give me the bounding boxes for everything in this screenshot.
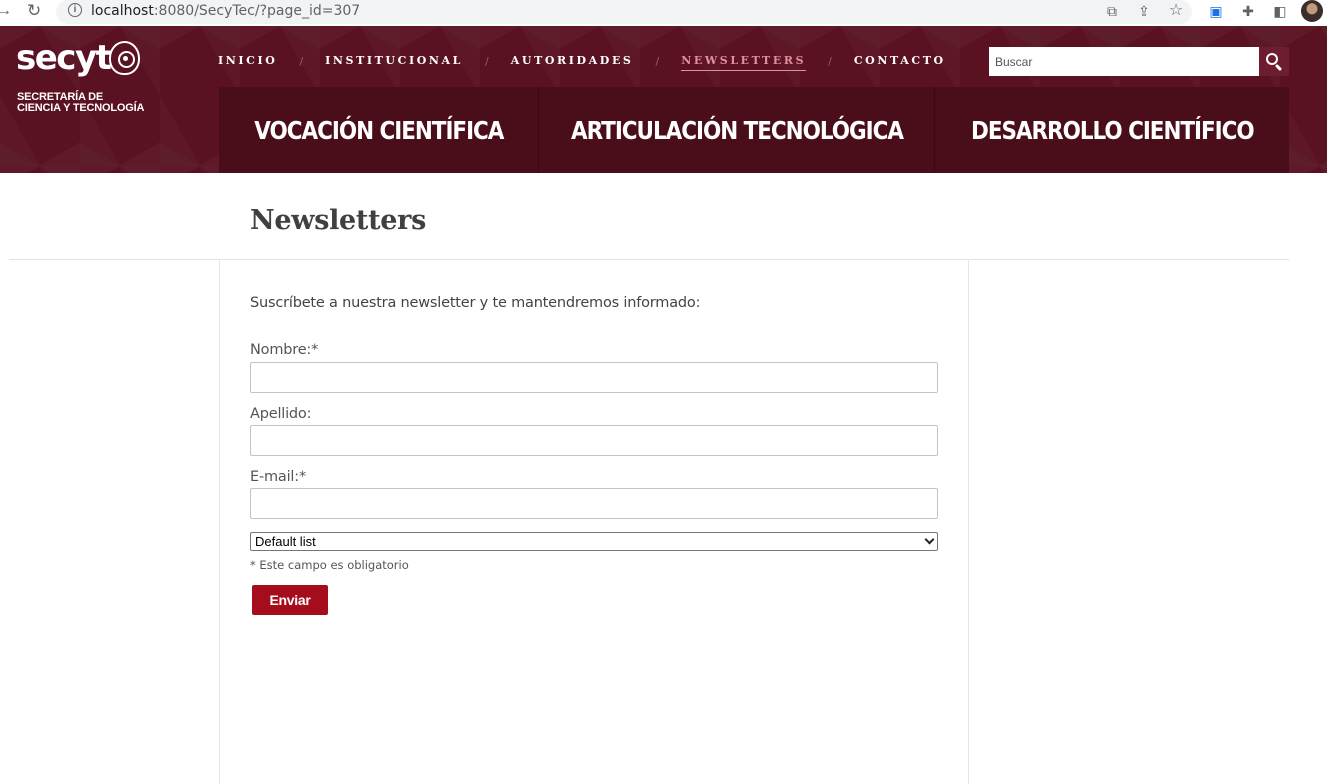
search-input[interactable] bbox=[989, 47, 1259, 76]
content-column-border-left bbox=[219, 260, 220, 784]
surname-label: Apellido: bbox=[250, 406, 312, 422]
nav-separator: / bbox=[828, 54, 832, 68]
name-label: Nombre:* bbox=[250, 342, 319, 358]
reload-icon[interactable]: ↻ bbox=[27, 2, 41, 20]
newsletter-intro: Suscríbete a nuestra newsletter y te man… bbox=[250, 295, 701, 311]
site-header: secyt SECRETARÍA DE CIENCIA Y TECNOLOGÍA… bbox=[0, 26, 1327, 173]
surname-field[interactable] bbox=[250, 425, 938, 456]
category-desarrollo-cientifico[interactable]: DESARROLLO CIENTÍFICO bbox=[935, 87, 1289, 173]
share-icon[interactable]: ⇪ bbox=[1136, 3, 1152, 19]
content-column-border-right bbox=[968, 260, 969, 784]
browser-toolbar: → ↻ i localhost:8080/SecyTec/?page_id=30… bbox=[0, 0, 1327, 26]
side-panel-icon[interactable]: ◧ bbox=[1272, 3, 1288, 19]
nav-separator: / bbox=[299, 54, 304, 68]
nav-inicio[interactable]: INICIO bbox=[218, 54, 277, 68]
nav-contacto[interactable]: CONTACTO bbox=[854, 54, 946, 68]
nav-autoridades[interactable]: AUTORIDADES bbox=[511, 54, 634, 68]
bookmark-star-icon[interactable]: ☆ bbox=[1168, 3, 1184, 19]
url-text[interactable]: localhost:8080/SecyTec/?page_id=307 bbox=[91, 3, 360, 19]
name-field[interactable] bbox=[250, 362, 938, 393]
chevron-down-icon bbox=[924, 534, 935, 545]
page-title: Newsletters bbox=[250, 205, 426, 236]
extensions-puzzle-icon[interactable]: ✚ bbox=[1240, 3, 1256, 19]
site-info-icon[interactable]: i bbox=[68, 3, 82, 17]
forward-icon[interactable]: → bbox=[0, 2, 12, 20]
search-button[interactable] bbox=[1259, 47, 1289, 76]
list-select-value: Default list bbox=[255, 534, 316, 549]
required-note: * Este campo es obligatorio bbox=[250, 558, 409, 572]
nav-institucional[interactable]: INSTITUCIONAL bbox=[325, 54, 463, 68]
top-navigation: INICIO / INSTITUCIONAL / AUTORIDADES / N… bbox=[218, 54, 946, 71]
translate-extension-icon[interactable]: ▣ bbox=[1208, 3, 1224, 19]
profile-avatar[interactable] bbox=[1301, 0, 1323, 22]
search-icon-handle bbox=[1274, 63, 1283, 72]
logo-wordmark[interactable]: secyt bbox=[16, 40, 112, 76]
university-seal-icon bbox=[109, 41, 140, 75]
logo-subtitle: SECRETARÍA DE CIENCIA Y TECNOLOGÍA bbox=[17, 91, 145, 114]
category-vocacion-cientifica[interactable]: VOCACIÓN CIENTÍFICA bbox=[219, 87, 539, 173]
title-divider bbox=[9, 259, 1289, 260]
nav-newsletters[interactable]: NEWSLETTERS bbox=[681, 54, 807, 71]
translate-icon[interactable]: ⧉ bbox=[1104, 3, 1120, 19]
category-articulacion-tecnologica[interactable]: ARTICULACIÓN TECNOLÓGICA bbox=[539, 87, 935, 173]
submit-button[interactable]: Enviar bbox=[252, 585, 328, 615]
category-bar: VOCACIÓN CIENTÍFICA ARTICULACIÓN TECNOLÓ… bbox=[219, 87, 1289, 173]
email-label: E-mail:* bbox=[250, 469, 306, 485]
email-field[interactable] bbox=[250, 488, 938, 519]
nav-separator: / bbox=[485, 54, 489, 68]
nav-separator: / bbox=[655, 54, 660, 68]
list-select[interactable]: Default list bbox=[250, 532, 938, 551]
